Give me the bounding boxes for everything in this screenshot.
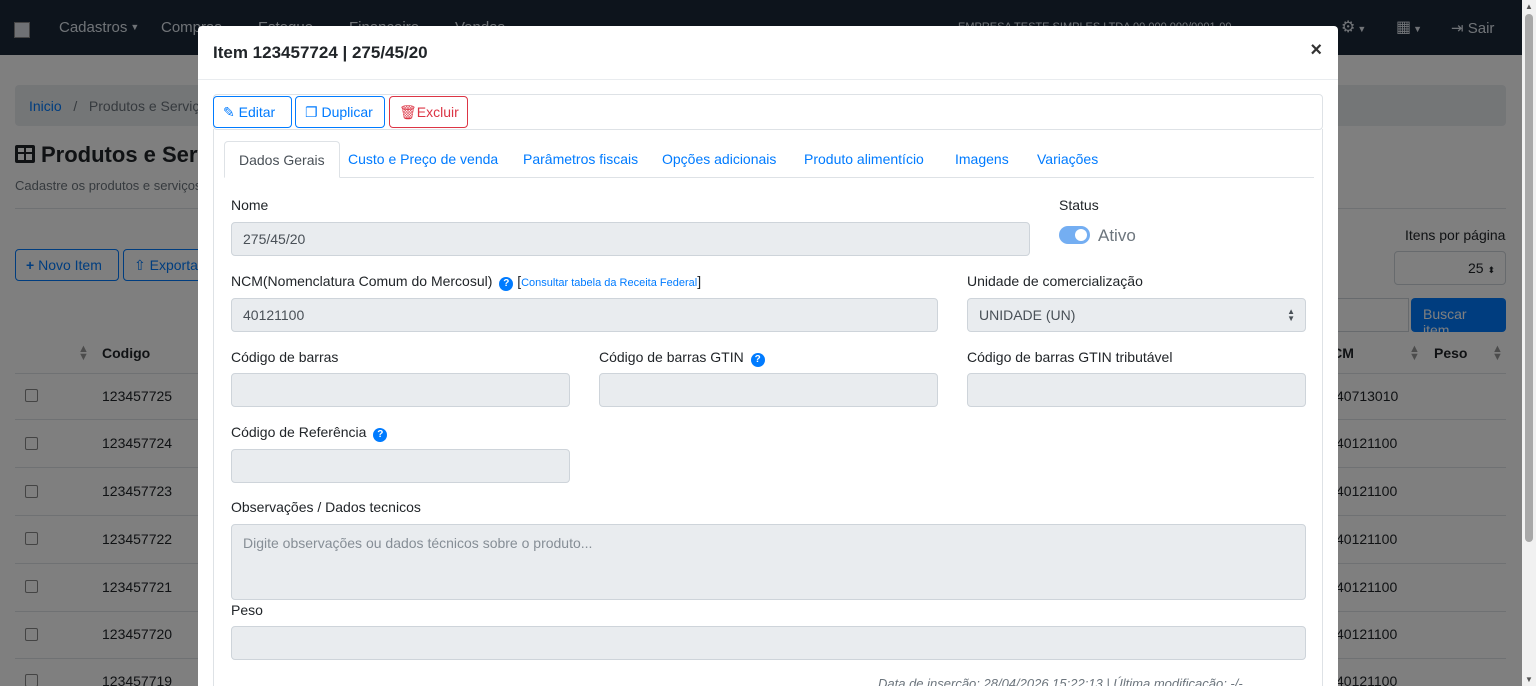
gtin-trib-field[interactable]	[967, 373, 1306, 407]
select-arrows-icon: ▲ ▼	[1287, 307, 1295, 323]
gtin-label: Código de barras GTIN ?	[599, 349, 765, 367]
gtin-field[interactable]	[599, 373, 938, 407]
delete-label: Excluir	[416, 104, 459, 120]
ncm-field[interactable]: 40121100	[231, 298, 938, 332]
barcode-label: Código de barras	[231, 349, 339, 365]
close-icon[interactable]: ×	[1310, 39, 1322, 62]
tab-bar: Dados Gerais Custo e Preço de venda Parâ…	[224, 141, 1314, 178]
ncm-label-text: NCM(Nomenclatura Comum do Mercosul)	[231, 273, 493, 289]
tab-custo-preco[interactable]: Custo e Preço de venda	[334, 141, 512, 178]
ncm-label: NCM(Nomenclatura Comum do Mercosul) ? [C…	[231, 273, 701, 291]
scroll-down-icon[interactable]: ▼	[1525, 675, 1533, 684]
modal-header: Item 123457724 | 275/45/20 ×	[198, 26, 1338, 80]
tab-imagens[interactable]: Imagens	[941, 141, 1023, 178]
question-circle-icon[interactable]: ?	[499, 277, 514, 291]
question-circle-icon[interactable]: ?	[750, 353, 765, 367]
unit-select[interactable]: UNIDADE (UN) ▲ ▼	[967, 298, 1306, 332]
weight-field[interactable]	[231, 626, 1306, 660]
status-toggle[interactable]	[1059, 226, 1090, 244]
duplicate-button[interactable]: ❐ Duplicar	[295, 96, 385, 128]
copy-icon: ❐	[305, 104, 318, 120]
unit-label: Unidade de comercialização	[967, 273, 1143, 289]
trash-icon: 🗑	[399, 104, 417, 120]
unit-select-value: UNIDADE (UN)	[979, 307, 1076, 323]
tab-variacoes[interactable]: Variações	[1023, 141, 1112, 178]
reference-field[interactable]	[231, 449, 570, 483]
tab-opcoes-adicionais[interactable]: Opções adicionais	[648, 141, 790, 178]
ncm-lookup-link[interactable]: Consultar tabela da Receita Federal	[521, 277, 697, 289]
name-field[interactable]: 275/45/20	[231, 222, 1030, 256]
action-toolbar: ✎ Editar ❐ Duplicar 🗑Excluir	[213, 94, 1323, 130]
item-modal: Item 123457724 | 275/45/20 × ✎ Editar ❐ …	[198, 26, 1338, 686]
edit-label: Editar	[238, 104, 276, 120]
name-label: Nome	[231, 197, 269, 213]
notes-textarea[interactable]: Digite observações ou dados técnicos sob…	[231, 524, 1306, 600]
duplicate-label: Duplicar	[321, 104, 373, 120]
gtin-trib-label: Código de barras GTIN tributável	[967, 349, 1173, 365]
page-scrollbar[interactable]: ▲ ▼	[1522, 0, 1536, 686]
delete-button[interactable]: 🗑Excluir	[389, 96, 468, 128]
tab-parametros-fiscais[interactable]: Parâmetros fiscais	[509, 141, 652, 178]
tab-content-card: Dados Gerais Custo e Preço de venda Parâ…	[213, 129, 1323, 686]
tab-produto-alimenticio[interactable]: Produto alimentício	[790, 141, 938, 178]
edit-button[interactable]: ✎ Editar	[213, 96, 292, 128]
bracket-close: ]	[697, 273, 702, 289]
record-timestamps: Data de inserção: 28/04/2026 15:22:13 | …	[878, 676, 1243, 686]
edit-icon: ✎	[223, 104, 235, 120]
tab-dados-gerais[interactable]: Dados Gerais	[224, 141, 340, 178]
weight-label: Peso	[231, 602, 263, 618]
barcode-field[interactable]	[231, 373, 570, 407]
status-value: Ativo	[1098, 226, 1136, 245]
notes-label: Observações / Dados tecnicos	[231, 499, 421, 515]
question-circle-icon[interactable]: ?	[373, 428, 388, 442]
scroll-up-icon[interactable]: ▲	[1525, 2, 1533, 11]
gtin-label-text: Código de barras GTIN	[599, 349, 744, 365]
status-label: Status	[1059, 197, 1099, 213]
modal-title: Item 123457724 | 275/45/20	[213, 43, 428, 62]
reference-label-text: Código de Referência	[231, 424, 367, 440]
reference-label: Código de Referência ?	[231, 424, 388, 442]
scrollbar-thumb[interactable]	[1525, 14, 1533, 542]
